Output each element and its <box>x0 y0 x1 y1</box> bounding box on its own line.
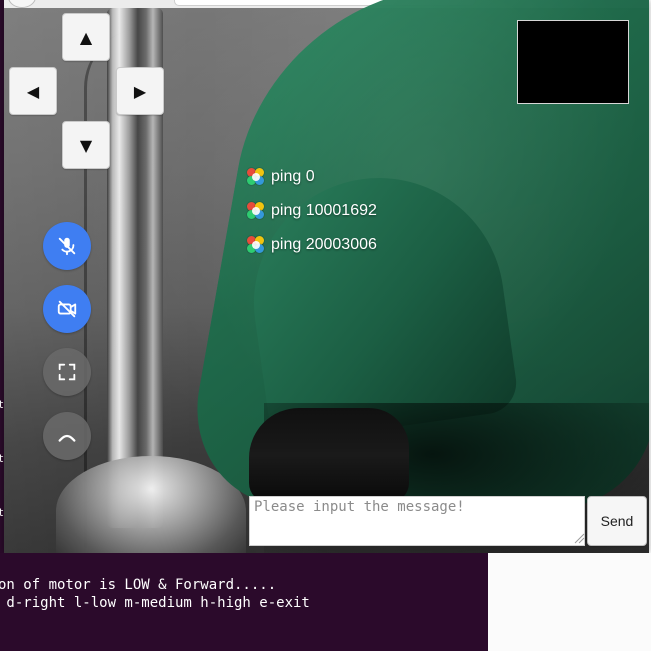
background-window-right <box>488 553 651 651</box>
ping-list: ping 0 ping 10001692 ping 20003006 <box>247 160 377 262</box>
background-text-char: t <box>0 452 4 465</box>
message-input[interactable] <box>249 496 585 546</box>
chrome-icon <box>247 236 265 254</box>
background-text-char: t <box>0 506 4 519</box>
video-shoe <box>249 408 409 503</box>
terminal-line: d-right l-low m-medium h-high e-exit <box>0 595 310 611</box>
triangle-right-icon: ▶ <box>133 81 147 101</box>
move-right-button[interactable]: ▶ <box>116 67 164 115</box>
terminal-window: on of motor is LOW & Forward..... d-righ… <box>0 553 488 651</box>
chrome-icon <box>247 168 265 186</box>
send-button-label: Send <box>600 513 634 529</box>
top-left-control[interactable] <box>8 0 36 8</box>
toggle-camera-button[interactable] <box>43 285 91 333</box>
triangle-up-icon: ▲ <box>79 27 93 47</box>
move-up-button[interactable]: ▲ <box>62 13 110 61</box>
move-left-button[interactable]: ◀ <box>9 67 57 115</box>
ping-item: ping 20003006 <box>247 228 377 262</box>
ping-label: ping 20003006 <box>271 236 377 253</box>
chrome-icon <box>247 202 265 220</box>
move-down-button[interactable]: ▼ <box>62 121 110 169</box>
ping-item: ping 10001692 <box>247 194 377 228</box>
local-video-preview <box>517 20 629 104</box>
send-button[interactable]: Send <box>587 496 647 546</box>
triangle-left-icon: ◀ <box>26 81 40 101</box>
background-text-char: t <box>0 398 4 411</box>
mute-microphone-button[interactable] <box>43 222 91 270</box>
terminal-line: on of motor is LOW & Forward..... <box>0 577 277 593</box>
fullscreen-icon <box>58 363 76 381</box>
ping-label: ping 0 <box>271 168 315 185</box>
triangle-down-icon: ▼ <box>79 135 93 155</box>
fullscreen-button[interactable] <box>43 348 91 396</box>
phone-hangup-icon <box>58 434 76 442</box>
hang-up-button[interactable] <box>43 412 91 460</box>
video-call-window: ▲ ◀ ▶ ▼ ping 0 ping 10001692 ping 200030… <box>4 0 649 553</box>
ping-label: ping 10001692 <box>271 202 377 219</box>
microphone-off-icon <box>58 237 76 256</box>
camera-off-icon <box>57 300 77 318</box>
ping-item: ping 0 <box>247 160 377 194</box>
